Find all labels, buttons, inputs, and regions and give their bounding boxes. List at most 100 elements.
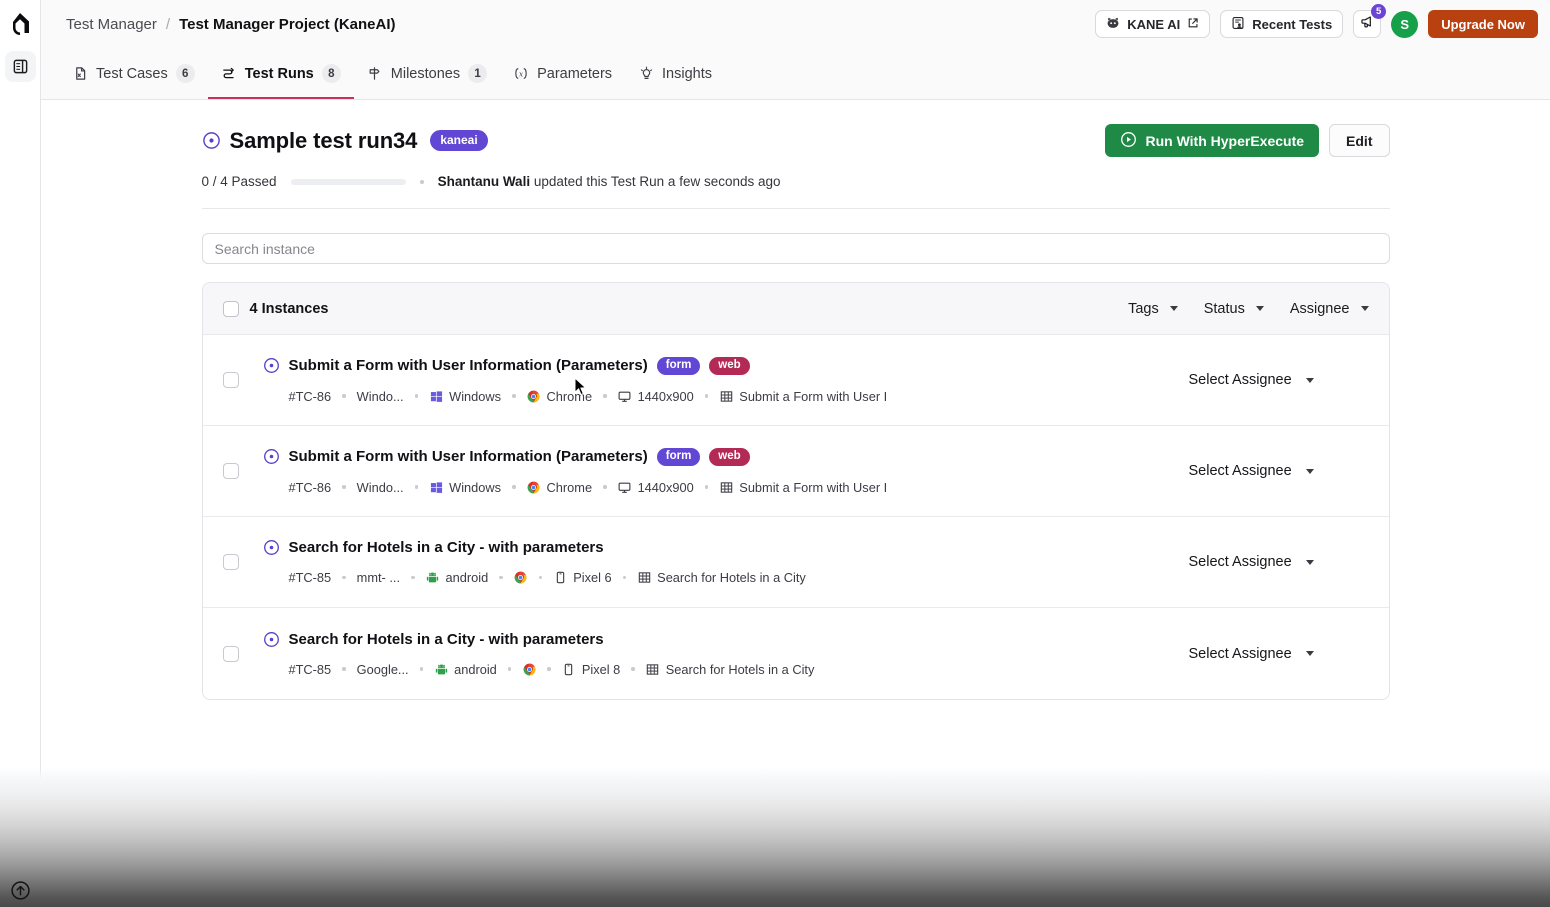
kane-ai-label: KANE AI bbox=[1127, 17, 1180, 32]
run-type-badge: kaneai bbox=[430, 130, 487, 151]
run-status-icon bbox=[202, 131, 221, 150]
assignee-dropdown[interactable]: Select Assignee bbox=[1189, 646, 1369, 662]
monitor-icon bbox=[618, 389, 632, 403]
row-test-case-label: Submit a Form with User I bbox=[739, 480, 887, 495]
progress-bar bbox=[291, 179, 406, 185]
avatar[interactable]: S bbox=[1391, 11, 1418, 38]
announcement-button[interactable]: 5 bbox=[1353, 10, 1381, 38]
table-icon bbox=[719, 480, 733, 494]
chrome-icon bbox=[527, 389, 541, 403]
row-checkbox[interactable] bbox=[223, 554, 239, 570]
not-run-icon bbox=[263, 631, 280, 648]
chevron-down-icon bbox=[1256, 306, 1264, 311]
assignee-label: Select Assignee bbox=[1189, 372, 1292, 388]
tab-count: 6 bbox=[176, 64, 195, 83]
lambdatest-logo-icon[interactable] bbox=[5, 9, 35, 39]
row-test-case: Submit a Form with User I bbox=[719, 389, 887, 404]
meta-dot bbox=[342, 394, 346, 398]
key-icon[interactable] bbox=[10, 834, 32, 856]
run-actions: Run With HyperExecute Edit bbox=[1105, 124, 1389, 157]
row-test-case: Search for Hotels in a City bbox=[646, 662, 815, 677]
row-browser: Chrome bbox=[527, 480, 593, 495]
tab-milestones[interactable]: Milestones 1 bbox=[354, 48, 500, 99]
row-test-case: Submit a Form with User I bbox=[719, 480, 887, 495]
android-icon bbox=[434, 662, 448, 676]
filter-tags[interactable]: Tags bbox=[1128, 301, 1178, 317]
monitor-icon bbox=[618, 480, 632, 494]
panel-toggle-icon[interactable] bbox=[5, 51, 36, 82]
tab-count: 1 bbox=[468, 64, 487, 83]
windows-icon bbox=[429, 389, 443, 403]
select-all-checkbox[interactable] bbox=[223, 301, 239, 317]
meta-dot bbox=[705, 394, 709, 398]
row-resolution: 1440x900 bbox=[618, 389, 694, 404]
tab-test-cases[interactable]: Test Cases 6 bbox=[59, 48, 208, 99]
row-browser bbox=[514, 571, 528, 585]
tab-parameters[interactable]: x Parameters bbox=[500, 48, 625, 99]
not-run-icon bbox=[263, 539, 280, 556]
meta-dot bbox=[705, 485, 709, 489]
upgrade-now-button[interactable]: Upgrade Now bbox=[1428, 10, 1538, 38]
milestones-icon bbox=[367, 66, 383, 82]
assignee-dropdown[interactable]: Select Assignee bbox=[1189, 372, 1369, 388]
row-title-line: Search for Hotels in a City - with param… bbox=[263, 631, 1177, 648]
not-run-icon bbox=[263, 357, 280, 374]
filter-label: Assignee bbox=[1290, 301, 1350, 317]
meta-separator bbox=[420, 180, 424, 184]
recent-tests-icon bbox=[1231, 16, 1245, 33]
breadcrumb-current[interactable]: Test Manager Project (KaneAI) bbox=[179, 16, 395, 33]
assignee-dropdown[interactable]: Select Assignee bbox=[1189, 463, 1369, 479]
tab-insights[interactable]: Insights bbox=[625, 48, 725, 99]
assignee-label: Select Assignee bbox=[1189, 646, 1292, 662]
meta-dot bbox=[512, 394, 516, 398]
row-os: android bbox=[426, 570, 489, 585]
assignee-label: Select Assignee bbox=[1189, 554, 1292, 570]
row-title: Submit a Form with User Information (Par… bbox=[289, 357, 648, 374]
tab-test-runs[interactable]: Test Runs 8 bbox=[208, 48, 354, 99]
row-content: Search for Hotels in a City - with param… bbox=[263, 539, 1177, 585]
meta-dot bbox=[631, 667, 635, 671]
meta-dot bbox=[547, 667, 551, 671]
meta-dot bbox=[342, 485, 346, 489]
tab-label: Milestones bbox=[391, 66, 460, 82]
row-resolution-label: 1440x900 bbox=[638, 389, 694, 404]
row-title-line: Submit a Form with User Information (Par… bbox=[263, 357, 1177, 375]
play-circle-icon bbox=[1120, 131, 1137, 151]
scroll-top-icon[interactable] bbox=[10, 880, 32, 902]
meta-dot bbox=[603, 485, 607, 489]
content-column: Sample test run34 kaneai Run With HyperE… bbox=[202, 100, 1390, 700]
row-checkbox[interactable] bbox=[223, 646, 239, 662]
windows-icon bbox=[429, 480, 443, 494]
chrome-icon bbox=[514, 571, 528, 585]
recent-tests-button[interactable]: Recent Tests bbox=[1220, 10, 1343, 38]
updated-by-text: Shantanu Wali updated this Test Run a fe… bbox=[438, 174, 781, 189]
help-icon[interactable] bbox=[10, 791, 32, 813]
table-row[interactable]: Search for Hotels in a City - with param… bbox=[203, 517, 1389, 608]
breadcrumb-root[interactable]: Test Manager bbox=[66, 16, 157, 33]
chevron-down-icon bbox=[1361, 306, 1369, 311]
row-title-line: Submit a Form with User Information (Par… bbox=[263, 448, 1177, 466]
tab-label: Test Cases bbox=[96, 66, 168, 82]
header-divider bbox=[202, 208, 1390, 209]
test-cases-icon bbox=[72, 66, 88, 82]
row-checkbox[interactable] bbox=[223, 372, 239, 388]
edit-button[interactable]: Edit bbox=[1329, 124, 1389, 157]
row-resolution: 1440x900 bbox=[618, 480, 694, 495]
filter-assignee[interactable]: Assignee bbox=[1290, 301, 1369, 317]
table-row[interactable]: Submit a Form with User Information (Par… bbox=[203, 426, 1389, 517]
assignee-dropdown[interactable]: Select Assignee bbox=[1189, 554, 1369, 570]
run-with-hyperexecute-button[interactable]: Run With HyperExecute bbox=[1105, 124, 1319, 157]
chevron-down-icon bbox=[1170, 306, 1178, 311]
kane-ai-button[interactable]: KANE AI bbox=[1095, 10, 1210, 38]
row-checkbox[interactable] bbox=[223, 463, 239, 479]
table-row[interactable]: Search for Hotels in a City - with param… bbox=[203, 608, 1389, 699]
row-config: mmt- ... bbox=[357, 570, 400, 585]
filter-label: Status bbox=[1204, 301, 1245, 317]
row-os-label: android bbox=[446, 570, 489, 585]
search-input[interactable] bbox=[202, 233, 1390, 264]
instances-table: 4 Instances Tags Status Assignee bbox=[202, 282, 1390, 700]
table-row[interactable]: Submit a Form with User Information (Par… bbox=[203, 335, 1389, 426]
parameters-icon: x bbox=[513, 66, 529, 82]
filter-status[interactable]: Status bbox=[1204, 301, 1264, 317]
filter-label: Tags bbox=[1128, 301, 1159, 317]
